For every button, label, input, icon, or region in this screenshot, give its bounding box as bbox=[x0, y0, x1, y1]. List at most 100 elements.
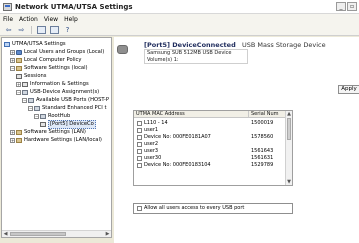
device-icon bbox=[16, 74, 22, 79]
tree-item-label: Local Users and Groups (Local) bbox=[24, 49, 105, 55]
row-checkbox[interactable] bbox=[137, 156, 142, 161]
window-title: Network UTMA/UTSA Settings bbox=[15, 2, 133, 11]
tree-item[interactable]: + Information & Settings bbox=[16, 81, 89, 88]
tree-item[interactable]: + Local Computer Policy bbox=[10, 57, 81, 64]
row-checkbox[interactable] bbox=[137, 135, 142, 140]
collapse-icon[interactable]: − bbox=[10, 66, 15, 71]
tree-item-label: Standard Enhanced PCI t bbox=[42, 105, 107, 111]
scroll-down-icon[interactable]: ▼ bbox=[286, 179, 292, 185]
table-row[interactable]: L110 - 14 1500019 bbox=[134, 120, 286, 127]
allow-all-checkbox[interactable] bbox=[137, 206, 142, 211]
usb-icon bbox=[34, 106, 40, 111]
mac-address-cell: L110 - 14 bbox=[144, 120, 168, 126]
usb-drive-icon bbox=[117, 45, 128, 54]
mac-address-cell: Device No: 000FE0181A07 bbox=[144, 134, 211, 140]
expand-icon[interactable]: + bbox=[16, 82, 21, 87]
grid-header: UTMA MAC Address Serial Num bbox=[134, 111, 286, 118]
usb-icon bbox=[28, 98, 34, 103]
menu-file[interactable]: File bbox=[3, 16, 13, 23]
usb-icon bbox=[22, 90, 28, 95]
expand-icon[interactable]: + bbox=[10, 130, 15, 135]
forward-arrow-icon[interactable]: ⇨ bbox=[16, 25, 27, 34]
tree-item-label: Available USB Ports (HOST-P bbox=[36, 97, 110, 103]
table-row[interactable]: user1 bbox=[134, 127, 286, 134]
serial-cell: 1561631 bbox=[251, 155, 274, 161]
settings-icon bbox=[16, 66, 22, 71]
mac-address-cell: Device No: 000FE0183104 bbox=[144, 162, 211, 168]
properties-icon[interactable] bbox=[49, 25, 60, 34]
allow-all-option: Allow all users access to every USB port bbox=[133, 203, 293, 214]
collapse-icon[interactable]: − bbox=[16, 90, 21, 95]
device-subtitle: USB Mass Storage Device bbox=[242, 41, 326, 49]
back-arrow-icon[interactable]: ⇦ bbox=[3, 25, 14, 34]
expand-icon[interactable]: + bbox=[10, 50, 15, 55]
scroll-thumb[interactable] bbox=[10, 232, 66, 236]
collapse-icon[interactable]: − bbox=[22, 98, 27, 103]
serial-cell: 1561643 bbox=[251, 148, 274, 154]
tree-item[interactable]: [Port5] DeviceCo bbox=[40, 120, 96, 129]
scroll-up-icon[interactable]: ▲ bbox=[286, 111, 292, 117]
expand-icon[interactable]: + bbox=[10, 58, 15, 63]
row-checkbox[interactable] bbox=[137, 128, 142, 133]
serial-cell: 1578560 bbox=[251, 134, 274, 140]
tree-item-label: UTMA/UTSA Settings bbox=[12, 41, 66, 47]
tree-item[interactable]: − Standard Enhanced PCI t bbox=[28, 105, 107, 112]
tree-item[interactable]: + Hardware Settings (LAN/local) bbox=[10, 137, 102, 144]
row-checkbox[interactable] bbox=[137, 121, 142, 126]
mac-address-cell: user30 bbox=[144, 155, 162, 161]
tree-item-label: Software Settings (local) bbox=[24, 65, 88, 71]
grid-vertical-scrollbar[interactable]: ▲ ▼ bbox=[285, 111, 292, 185]
device-title-text: [Port5] DeviceConnected bbox=[144, 41, 236, 49]
tree-horizontal-scrollbar[interactable]: ◀ ▶ bbox=[2, 230, 111, 237]
settings-icon bbox=[16, 130, 22, 135]
tree-item-label: [Port5] DeviceCo bbox=[48, 120, 96, 129]
table-row[interactable]: user3 1561643 bbox=[134, 148, 286, 155]
show-hide-tree-icon[interactable] bbox=[36, 25, 47, 34]
restore-button[interactable]: ▫ bbox=[347, 2, 357, 11]
tree-item[interactable]: Sessions bbox=[16, 73, 47, 80]
collapse-icon[interactable]: − bbox=[34, 114, 39, 119]
column-mac-address[interactable]: UTMA MAC Address bbox=[134, 111, 249, 117]
tree-item-label: Software Settings (LAN) bbox=[24, 129, 86, 135]
help-icon[interactable]: ? bbox=[62, 25, 73, 34]
root-icon bbox=[4, 42, 10, 47]
menu-view[interactable]: View bbox=[44, 16, 58, 23]
table-row[interactable]: user2 bbox=[134, 141, 286, 148]
app-icon bbox=[3, 2, 12, 11]
expand-icon[interactable]: + bbox=[10, 138, 15, 143]
tree-item[interactable]: − Software Settings (local) bbox=[10, 65, 88, 72]
details-pane: [Port5] DeviceConnected USB Mass Storage… bbox=[114, 37, 359, 243]
column-serial[interactable]: Serial Num bbox=[249, 111, 286, 117]
collapse-icon[interactable]: − bbox=[28, 106, 33, 111]
title-bar: Network UTMA/UTSA Settings _ ▫ bbox=[0, 0, 359, 14]
menu-help[interactable]: Help bbox=[64, 16, 78, 23]
apply-button[interactable]: Apply bbox=[338, 85, 359, 94]
tree-item[interactable]: + Software Settings (LAN) bbox=[10, 129, 86, 136]
scroll-right-icon[interactable]: ▶ bbox=[104, 231, 111, 237]
tree-item[interactable]: + Local Users and Groups (Local) bbox=[10, 49, 104, 56]
table-row[interactable]: Device No: 000FE0183104 1529789 bbox=[134, 162, 286, 169]
tree-item[interactable]: UTMA/UTSA Settings bbox=[4, 41, 66, 48]
minimize-button[interactable]: _ bbox=[336, 2, 346, 11]
allow-all-label: Allow all users access to every USB port bbox=[144, 205, 245, 211]
row-checkbox[interactable] bbox=[137, 163, 142, 168]
device-header: [Port5] DeviceConnected USB Mass Storage… bbox=[114, 37, 359, 64]
user-icon bbox=[16, 50, 22, 55]
app-window: Network UTMA/UTSA Settings _ ▫ File Acti… bbox=[0, 0, 359, 243]
tree-item-label: Information & Settings bbox=[30, 81, 89, 87]
table-row[interactable]: Device No: 000FE0181A07 1578560 bbox=[134, 134, 286, 141]
tree-item[interactable]: − USB-Device Assignment(s) bbox=[16, 89, 99, 96]
scroll-left-icon[interactable]: ◀ bbox=[2, 231, 9, 237]
tree-item[interactable]: − RootHub bbox=[34, 113, 70, 120]
device-title: [Port5] DeviceConnected USB Mass Storage… bbox=[144, 41, 326, 49]
row-checkbox[interactable] bbox=[137, 149, 142, 154]
menu-action[interactable]: Action bbox=[19, 16, 38, 23]
device-info: Samsung SUB 512MB USB Device Volume(s) 1… bbox=[144, 49, 248, 64]
toolbar-separator bbox=[31, 25, 32, 34]
scroll-thumb[interactable] bbox=[287, 118, 291, 140]
tree-item-label: USB-Device Assignment(s) bbox=[30, 89, 100, 95]
table-row[interactable]: user30 1561631 bbox=[134, 155, 286, 162]
device-volumes: Volume(s) 1: bbox=[147, 57, 179, 63]
row-checkbox[interactable] bbox=[137, 142, 142, 147]
tree-item[interactable]: − Available USB Ports (HOST-P bbox=[22, 97, 109, 104]
